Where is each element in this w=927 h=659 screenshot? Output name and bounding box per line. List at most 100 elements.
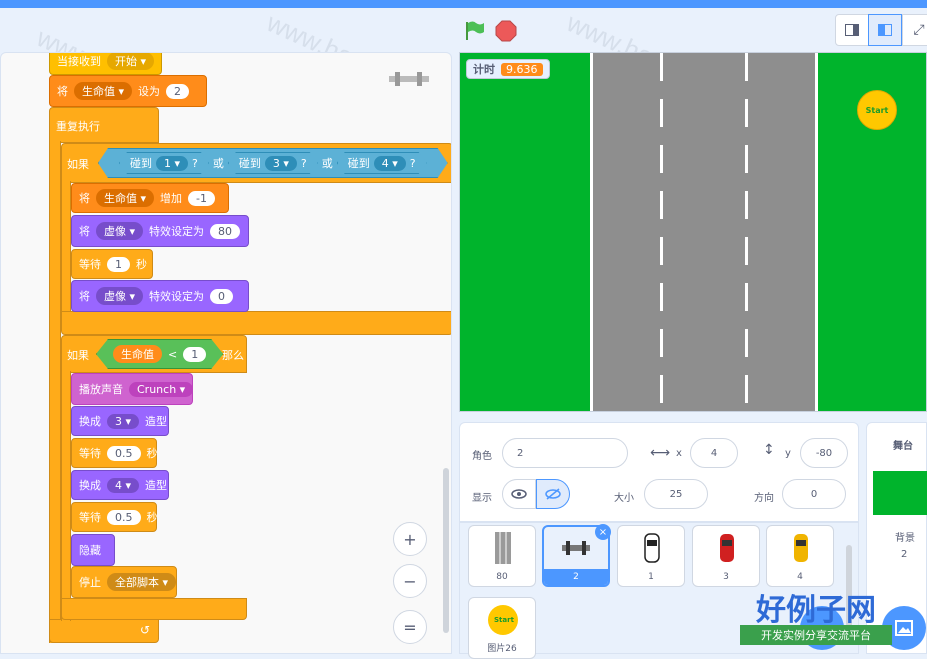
road [590, 53, 818, 411]
set-variable-block[interactable]: 将 生命值 ▾ 设为 2 [49, 75, 207, 107]
play-sound-block[interactable]: 播放声音 Crunch ▾ [71, 373, 194, 405]
less-than-operator[interactable]: 生命值 < 1 [96, 339, 223, 369]
hide-block[interactable]: 隐藏 [71, 534, 115, 566]
vertical-scrollbar[interactable] [443, 468, 449, 633]
start-sprite[interactable]: Start [857, 90, 897, 130]
costume-dropdown[interactable]: 4 ▾ [107, 477, 140, 493]
change-variable-block[interactable]: 将 生命值 ▾ 增加 -1 [71, 183, 229, 213]
set-effect-block[interactable]: 将 虚像 ▾ 特效设定为 80 [71, 215, 249, 247]
set-effect-block[interactable]: 将 虚像 ▾ 特效设定为 0 [71, 280, 249, 312]
costume-dropdown[interactable]: 3 ▾ [107, 413, 140, 429]
y-input[interactable]: -80 [800, 438, 848, 468]
forever-block[interactable]: 重复执行 [49, 107, 159, 143]
touching-dropdown[interactable]: 1 ▾ [156, 156, 188, 171]
backdrop-thumb[interactable] [873, 471, 927, 515]
value-input[interactable]: 0.5 [107, 509, 141, 525]
if-block-1[interactable]: 如果 碰到 1 ▾ ? 或 碰到 3 ▾ ? 或 碰到 4 ▾ ? [61, 143, 451, 183]
touching-block[interactable]: 碰到 1 ▾ ? [119, 152, 209, 174]
road-edge [815, 53, 818, 411]
large-stage-button[interactable] [868, 14, 902, 46]
if-block-2[interactable]: 如果 生命值 < 1 那么 [61, 335, 247, 373]
touching-block[interactable]: 碰到 4 ▾ ? [337, 152, 427, 174]
backdrop-label: 背景 [895, 533, 915, 544]
effect-dropdown[interactable]: 虚像 ▾ [96, 222, 144, 240]
x-input[interactable]: 4 [690, 438, 738, 468]
sprite-thumb-selected[interactable]: × 2 [542, 524, 611, 587]
backdrop-count: 2 [901, 549, 908, 560]
block-text: 换成 [79, 479, 101, 492]
show-visible-button[interactable] [502, 479, 536, 509]
site-logo: 好例子网 开发实例分享交流平台 [740, 585, 892, 645]
switch-costume-block[interactable]: 换成 4 ▾ 造型 [71, 470, 169, 500]
block-text: 等待 [79, 447, 101, 460]
touching-dropdown[interactable]: 3 ▾ [265, 156, 297, 171]
variable-reporter[interactable]: 生命值 [113, 345, 162, 363]
forever-bottom: ↺ [49, 619, 159, 643]
small-stage-button[interactable] [835, 14, 869, 46]
or-operator[interactable]: 碰到 1 ▾ ? 或 碰到 3 ▾ ? 或 碰到 4 ▾ ? [98, 148, 448, 178]
when-receive-block[interactable]: 当接收到 开始 ▾ [49, 53, 163, 75]
touching-dropdown[interactable]: 4 ▾ [374, 156, 406, 171]
direction-label: 方向 [754, 493, 774, 504]
block-text: 将 [79, 225, 90, 238]
zoom-in-button[interactable]: + [393, 522, 427, 556]
stop-dropdown[interactable]: 全部脚本 ▾ [107, 573, 177, 591]
sound-dropdown[interactable]: Crunch ▾ [129, 381, 194, 397]
timer-monitor[interactable]: 计时 9.636 [466, 59, 550, 79]
block-text: 等待 [79, 511, 101, 524]
stage-header: ⤢ [455, 8, 927, 52]
loop-arrow-icon: ↺ [139, 623, 150, 637]
sprite-thumb[interactable]: 1 [617, 525, 685, 587]
message-dropdown[interactable]: 开始 ▾ [107, 53, 155, 70]
block-text: 如果 [67, 158, 89, 171]
close-icon: × [598, 526, 608, 538]
green-flag-icon[interactable] [463, 20, 485, 42]
effect-dropdown[interactable]: 虚像 ▾ [96, 287, 144, 305]
value-input[interactable]: 80 [210, 223, 241, 239]
touching-block[interactable]: 碰到 3 ▾ ? [228, 152, 318, 174]
variable-dropdown[interactable]: 生命值 ▾ [96, 189, 155, 207]
sprite-thumb[interactable]: 3 [692, 525, 760, 587]
or-text: 或 [321, 157, 333, 170]
wait-block[interactable]: 等待 0.5 秒 [71, 438, 158, 468]
wait-block[interactable]: 等待 1 秒 [71, 249, 153, 279]
sprite-thumb[interactable]: 80 [468, 525, 536, 587]
show-hidden-button[interactable] [536, 479, 570, 509]
size-input[interactable]: 25 [644, 479, 708, 509]
stage-canvas[interactable]: 计时 9.636 Start [459, 52, 927, 412]
zoom-reset-button[interactable]: = [393, 610, 427, 644]
code-area[interactable]: 当接收到 开始 ▾ 将 生命值 ▾ 设为 2 重复执行 ↺ 如果 碰到 1 ▾ … [0, 52, 452, 654]
value-input[interactable]: 1 [183, 347, 206, 362]
value-input[interactable]: 0 [210, 288, 234, 304]
value-input[interactable]: -1 [188, 190, 215, 206]
stop-block[interactable]: 停止 全部脚本 ▾ [71, 566, 177, 598]
sprite-thumbnail-icon [387, 71, 431, 87]
switch-costume-block[interactable]: 换成 3 ▾ 造型 [71, 406, 169, 436]
if-arm [61, 371, 71, 621]
road-thumb-icon [495, 532, 511, 564]
red-car-icon [720, 534, 734, 562]
sprite-thumb[interactable]: Start 图片26 [468, 597, 536, 659]
block-text: 等待 [79, 258, 101, 271]
block-text: 造型 [145, 479, 168, 492]
wait-block[interactable]: 等待 0.5 秒 [71, 502, 158, 532]
x-arrow-icon: ⟷ [650, 445, 671, 461]
block-text: 播放声音 [79, 383, 123, 396]
value-input[interactable]: 1 [107, 256, 130, 272]
start-thumb-text: Start [494, 616, 514, 624]
yellow-car-icon [794, 534, 808, 562]
direction-input[interactable]: 0 [782, 479, 846, 509]
delete-sprite-button[interactable]: × [595, 524, 611, 540]
sprite-thumb[interactable]: 4 [766, 525, 834, 587]
stop-icon[interactable] [495, 20, 517, 42]
sprite-name-input[interactable]: 2 [502, 438, 628, 468]
variable-dropdown[interactable]: 生命值 ▾ [74, 82, 133, 100]
zoom-out-button[interactable]: − [393, 564, 427, 598]
value-input[interactable]: 0.5 [107, 445, 141, 461]
operator-text: < [168, 347, 178, 361]
black-car-icon [644, 533, 660, 563]
lane-line [745, 53, 748, 411]
fullscreen-button[interactable]: ⤢ [902, 14, 927, 46]
value-input[interactable]: 2 [166, 83, 190, 99]
eye-icon [511, 489, 527, 499]
